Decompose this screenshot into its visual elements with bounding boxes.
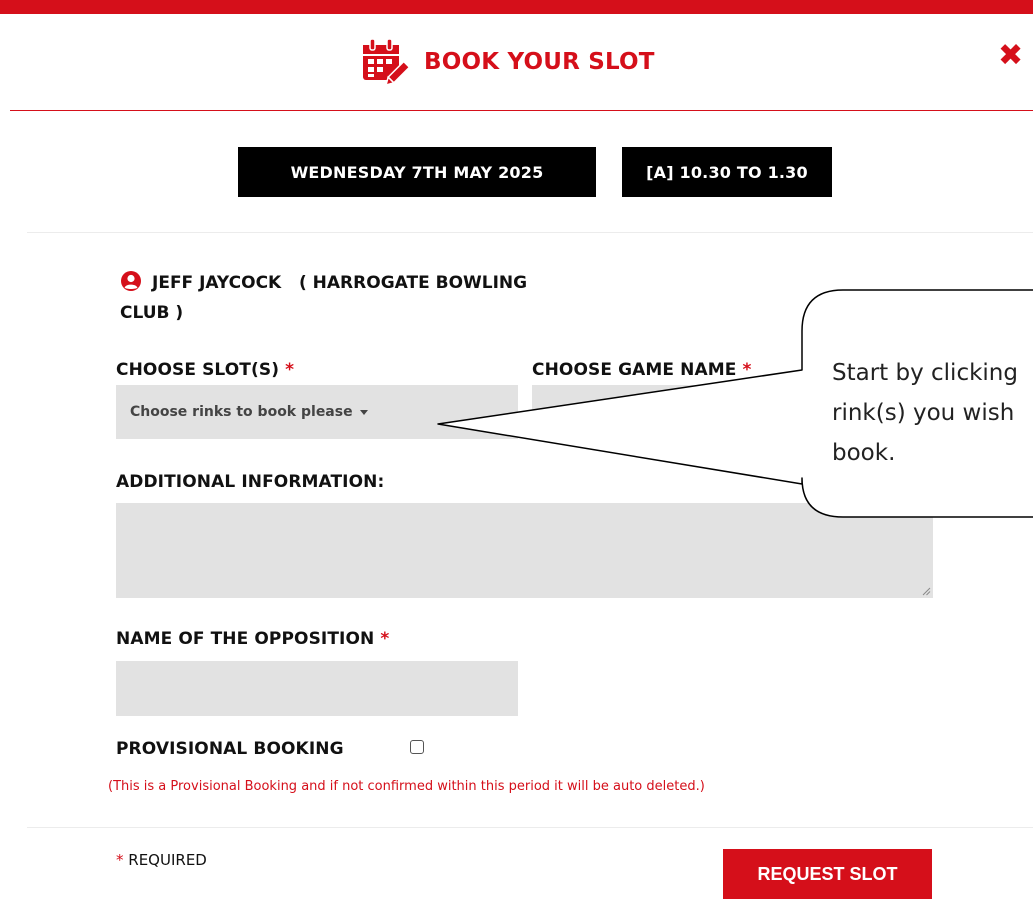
user-name: JEFF JAYCOCK — [152, 273, 282, 293]
user-icon — [121, 271, 141, 291]
slots-label: CHOOSE SLOT(S) * — [116, 360, 295, 380]
opposition-label: NAME OF THE OPPOSITION * — [116, 629, 390, 649]
header-divider — [10, 110, 1033, 111]
required-asterisk: * — [380, 629, 390, 649]
divider — [27, 232, 1033, 233]
provisional-note: (This is a Provisional Booking and if no… — [108, 779, 705, 794]
booking-date-badge: WEDNESDAY 7TH MAY 2025 — [238, 147, 596, 197]
required-asterisk: * — [742, 360, 752, 380]
game-name-label: CHOOSE GAME NAME * — [532, 360, 752, 380]
caret-down-icon — [359, 409, 368, 415]
slots-dropdown[interactable]: Choose rinks to book please — [116, 385, 518, 439]
resize-handle-icon[interactable] — [921, 586, 931, 596]
required-legend: * REQUIRED — [116, 851, 207, 869]
modal-header: BOOK YOUR SLOT ✖ — [0, 14, 1033, 110]
callout-line: rink(s) you wish — [832, 400, 1015, 426]
additional-info-textarea[interactable] — [116, 503, 933, 598]
top-accent-bar — [0, 0, 1033, 14]
user-info: JEFF JAYCOCK ( HARROGATE BOWLING CLUB ) — [120, 268, 550, 328]
header-title-group: BOOK YOUR SLOT — [360, 36, 655, 88]
slots-dropdown-value: Choose rinks to book please — [130, 404, 353, 420]
provisional-label: PROVISIONAL BOOKING — [116, 739, 344, 759]
opposition-input[interactable] — [116, 661, 518, 716]
provisional-checkbox[interactable] — [410, 740, 424, 754]
required-asterisk: * — [116, 851, 124, 869]
booking-session-badge: [A] 10.30 TO 1.30 — [622, 147, 832, 197]
modal-title: BOOK YOUR SLOT — [424, 49, 655, 75]
required-asterisk: * — [285, 360, 295, 380]
close-icon[interactable]: ✖ — [998, 41, 1028, 71]
callout-text: Start by clicking rink(s) you wish book. — [832, 353, 1033, 473]
calendar-edit-icon — [363, 38, 411, 87]
request-slot-button[interactable]: REQUEST SLOT — [723, 849, 932, 899]
callout-line: book. — [832, 440, 896, 466]
additional-info-label: ADDITIONAL INFORMATION: — [116, 472, 385, 492]
divider — [27, 827, 1033, 828]
callout-line: Start by clicking — [832, 360, 1018, 386]
